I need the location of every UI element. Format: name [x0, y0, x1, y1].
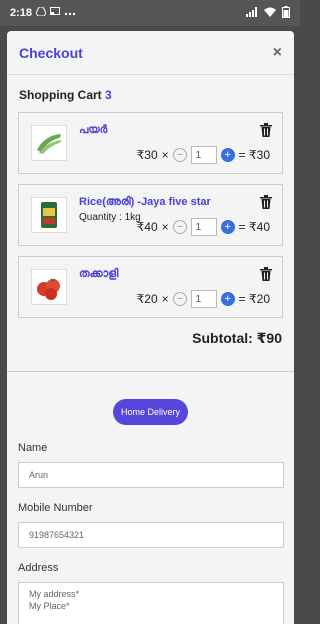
- times-sign: ×: [161, 292, 169, 306]
- delivery-section: Home Delivery: [7, 399, 294, 425]
- mobile-label: Mobile Number: [18, 502, 93, 514]
- decrease-button[interactable]: −: [172, 220, 187, 234]
- address-line-2: My Place*: [29, 601, 70, 611]
- status-bar: 2:18: [0, 0, 300, 26]
- signal-icon: [246, 6, 258, 20]
- mobile-field[interactable]: 91987654321: [18, 522, 284, 548]
- item-name: പയർ: [79, 124, 108, 136]
- wifi-icon: [264, 7, 276, 20]
- subtotal: Subtotal: ₹90: [192, 330, 282, 346]
- item-name: തക്കാളി: [79, 268, 119, 280]
- tomato-image: [31, 269, 67, 305]
- cart-count: 3: [105, 88, 112, 102]
- trash-icon[interactable]: [260, 195, 272, 214]
- address-label: Address: [18, 562, 59, 574]
- modal-title: Checkout: [19, 44, 83, 61]
- cart-heading: Shopping Cart 3: [7, 75, 294, 102]
- decrease-button[interactable]: −: [172, 292, 187, 306]
- status-time: 2:18: [10, 7, 33, 19]
- cart-item: പയർ ₹30 × − 1 + = ₹30: [18, 112, 283, 174]
- checkout-form: Name Arun Mobile Number 91987654321 Addr…: [7, 442, 294, 624]
- quantity-input[interactable]: 1: [190, 218, 217, 236]
- times-sign: ×: [161, 148, 169, 162]
- trash-icon[interactable]: [260, 267, 272, 286]
- battery-icon: [282, 5, 290, 21]
- home-delivery-button[interactable]: Home Delivery: [112, 399, 188, 425]
- price-row: ₹20 × − 1 + = ₹20: [137, 290, 270, 308]
- cart-item: തക്കാളി ₹20 × − 1 + = ₹20: [18, 256, 283, 318]
- name-label: Name: [18, 442, 48, 454]
- item-name: Rice(അരി) -Jaya five star: [79, 196, 211, 208]
- quantity-input[interactable]: 1: [190, 146, 217, 164]
- divider: [7, 371, 294, 372]
- unit-price: ₹30: [136, 148, 158, 162]
- line-total: = ₹20: [238, 292, 270, 306]
- item-quantity-label: Quantity : 1kg: [79, 212, 141, 223]
- more-icon: [64, 7, 76, 19]
- increase-button[interactable]: +: [220, 220, 235, 234]
- cart-item: Rice(അരി) -Jaya five star Quantity : 1kg…: [18, 184, 283, 246]
- price-row: ₹30 × − 1 + = ₹30: [137, 146, 270, 164]
- name-field[interactable]: Arun: [18, 462, 284, 488]
- beans-image: [31, 125, 67, 161]
- drive-icon: [35, 6, 47, 19]
- line-total: = ₹40: [238, 220, 270, 234]
- unit-price: ₹40: [136, 220, 158, 234]
- line-total: = ₹30: [238, 148, 270, 162]
- modal-header: Checkout ×: [7, 31, 294, 75]
- increase-button[interactable]: +: [220, 148, 235, 162]
- address-line-1: My address*: [29, 589, 80, 599]
- cart-items: പയർ ₹30 × − 1 + = ₹30 Rice(അരി) -Jaya fi…: [7, 112, 294, 318]
- cart-heading-label: Shopping Cart: [19, 88, 102, 102]
- times-sign: ×: [161, 220, 169, 234]
- checkout-modal: Checkout × Shopping Cart 3 പയർ ₹30 × − 1: [7, 31, 294, 624]
- cast-icon: [50, 7, 61, 19]
- address-field[interactable]: My address* My Place*: [18, 582, 284, 624]
- price-row: ₹40 × − 1 + = ₹40: [137, 218, 270, 236]
- close-button[interactable]: ×: [273, 44, 282, 62]
- unit-price: ₹20: [136, 292, 158, 306]
- increase-button[interactable]: +: [220, 292, 235, 306]
- decrease-button[interactable]: −: [172, 148, 187, 162]
- quantity-input[interactable]: 1: [190, 290, 217, 308]
- rice-bag-image: [31, 197, 67, 233]
- trash-icon[interactable]: [260, 123, 272, 142]
